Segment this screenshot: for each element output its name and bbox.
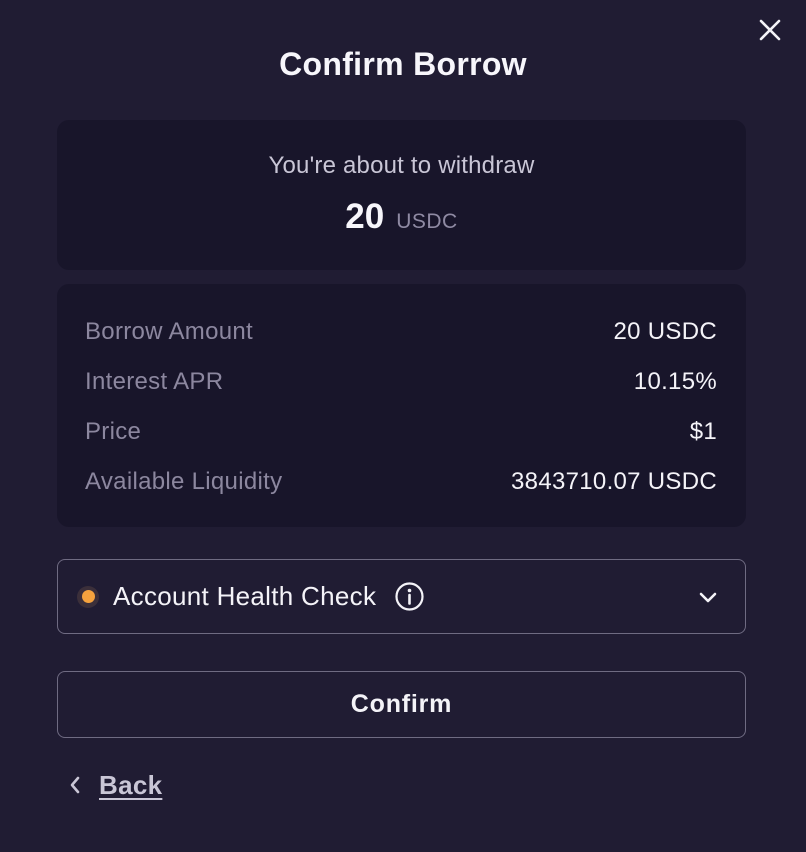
chevron-down-icon[interactable]	[697, 586, 719, 608]
borrow-details-card: Borrow Amount 20 USDC Interest APR 10.15…	[57, 284, 746, 527]
account-health-check-label: Account Health Check	[113, 581, 377, 611]
info-icon[interactable]	[394, 581, 425, 612]
account-health-check-dropdown[interactable]: Account Health Check	[57, 559, 746, 634]
detail-row-available-liquidity: Available Liquidity 3843710.07 USDC	[85, 465, 717, 499]
detail-label: Price	[85, 418, 142, 445]
detail-row-interest-apr: Interest APR 10.15%	[85, 365, 717, 399]
confirm-button[interactable]: Confirm	[57, 671, 746, 738]
detail-value: $1	[689, 418, 717, 445]
modal-title: Confirm Borrow	[279, 46, 527, 82]
detail-value: 10.15%	[633, 368, 717, 395]
health-status-indicator	[77, 585, 99, 608]
withdraw-unit: USDC	[396, 210, 458, 233]
health-status-dot	[81, 590, 95, 603]
withdraw-amount: 20	[345, 197, 385, 236]
detail-value: 20 USDC	[613, 318, 717, 345]
detail-value: 3843710.07 USDC	[511, 468, 717, 495]
back-label: Back	[99, 769, 163, 800]
back-link[interactable]: Back	[64, 768, 162, 802]
close-icon	[759, 19, 781, 41]
withdraw-summary-card: You're about to withdraw 20 USDC	[57, 120, 746, 270]
detail-label: Interest APR	[85, 368, 224, 395]
withdraw-summary-label: You're about to withdraw	[268, 152, 535, 179]
chevron-left-icon	[64, 768, 86, 802]
detail-label: Available Liquidity	[85, 468, 283, 495]
confirm-borrow-modal: Confirm Borrow You're about to withdraw …	[0, 0, 806, 852]
withdraw-amount-row: 20 USDC	[57, 197, 746, 237]
detail-label: Borrow Amount	[85, 318, 253, 345]
close-button[interactable]	[756, 16, 784, 44]
detail-row-borrow-amount: Borrow Amount 20 USDC	[85, 315, 717, 349]
detail-row-price: Price $1	[85, 415, 717, 449]
